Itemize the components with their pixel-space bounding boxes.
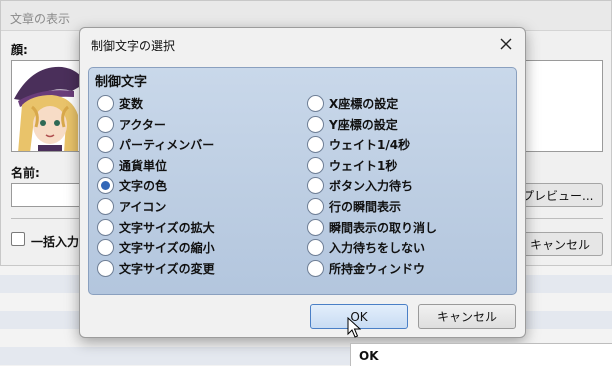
dialog-titlebar: 制御文字の選択 <box>80 28 525 62</box>
radio-button-icon[interactable] <box>97 177 114 195</box>
radio-button-icon[interactable] <box>97 115 114 133</box>
parent-cancel-button[interactable]: キャンセル <box>517 232 603 256</box>
control-char-dialog: 制御文字の選択 制御文字 変数アクターパーティメンバー 通貨単位文字の色アイコン文… <box>79 27 526 338</box>
radio-option-label: 行の瞬間表示 <box>329 200 402 214</box>
radio-option-label: ウェイト1/4秒 <box>329 138 411 153</box>
radio-option-label: 文字サイズの縮小 <box>119 241 215 256</box>
parent-window-title: 文章の表示 <box>10 12 71 26</box>
radio-button-icon[interactable] <box>307 218 324 236</box>
radio-option[interactable]: ウェイト1秒 <box>307 156 397 175</box>
radio-button-icon[interactable] <box>307 198 324 215</box>
character-face-image <box>12 61 86 151</box>
radio-option[interactable]: Y座標の設定 <box>307 115 398 134</box>
radio-button-icon[interactable] <box>97 156 114 174</box>
cancel-button-label: キャンセル <box>436 310 497 324</box>
radio-option[interactable]: 文字サイズの変更 <box>97 259 215 278</box>
parent-cancel-label: キャンセル <box>529 237 590 252</box>
cancel-button[interactable]: キャンセル <box>418 304 516 329</box>
radio-option[interactable]: ボタン入力待ち <box>307 176 413 195</box>
radio-option[interactable]: 変数 <box>97 94 143 113</box>
radio-button-icon[interactable] <box>307 95 324 112</box>
close-icon <box>500 38 512 50</box>
radio-button-icon[interactable] <box>307 259 324 277</box>
radio-button-icon[interactable] <box>307 239 324 257</box>
radio-button-icon[interactable] <box>97 218 114 236</box>
radio-button-icon[interactable] <box>97 239 114 257</box>
tooltip-text: OK <box>359 349 379 363</box>
dialog-title: 制御文字の選択 <box>91 39 176 53</box>
mouse-cursor-icon <box>347 317 361 338</box>
radio-option-label: 所持金ウィンドウ <box>329 261 426 276</box>
radio-button-icon[interactable] <box>97 136 114 154</box>
radio-button-icon[interactable] <box>307 115 324 133</box>
tooltip: OK <box>350 343 612 366</box>
radio-option-label: 入力待ちをしない <box>329 241 426 256</box>
radio-option-label: ウェイト1秒 <box>329 158 398 173</box>
radio-option-label: 通貨単位 <box>119 158 168 173</box>
radio-option[interactable]: 通貨単位 <box>97 156 167 175</box>
radio-button-icon[interactable] <box>307 177 324 195</box>
batch-input-label: 一括入力 <box>31 235 80 249</box>
preview-button-label: プレビュー... <box>522 188 594 203</box>
radio-option[interactable]: 行の瞬間表示 <box>307 197 401 216</box>
radio-option-label: 瞬間表示の取り消し <box>329 220 438 235</box>
control-char-group: 制御文字 変数アクターパーティメンバー 通貨単位文字の色アイコン文字サイズの拡大文… <box>88 67 517 295</box>
radio-option[interactable]: ウェイト1/4秒 <box>307 135 410 154</box>
radio-option-label: アクター <box>119 117 166 132</box>
radio-option[interactable]: アクター <box>97 115 166 134</box>
radio-button-icon[interactable] <box>97 95 114 112</box>
radio-option-label: 文字サイズの拡大 <box>119 220 215 235</box>
face-portrait[interactable] <box>11 60 87 152</box>
radio-button-icon[interactable] <box>307 136 324 154</box>
radio-option[interactable]: 入力待ちをしない <box>307 238 425 257</box>
radio-option-label: 文字の色 <box>119 179 168 194</box>
close-button[interactable] <box>495 33 517 55</box>
name-input[interactable] <box>11 183 87 207</box>
radio-option[interactable]: アイコン <box>97 197 166 216</box>
name-label: 名前: <box>11 166 40 180</box>
radio-option[interactable]: 瞬間表示の取り消し <box>307 218 437 237</box>
batch-input-checkbox[interactable] <box>11 232 25 246</box>
radio-button-icon[interactable] <box>97 198 114 215</box>
radio-option-label: 変数 <box>119 97 144 111</box>
radio-option-label: 文字サイズの変更 <box>119 261 215 276</box>
face-label: 顔: <box>11 43 28 57</box>
radio-option-label: パーティメンバー <box>119 138 215 153</box>
radio-option[interactable]: 文字の色 <box>97 176 167 195</box>
radio-option[interactable]: 文字サイズの縮小 <box>97 238 215 257</box>
group-title: 制御文字 <box>95 75 148 90</box>
radio-option-label: Y座標の設定 <box>329 117 398 132</box>
radio-option-label: ボタン入力待ち <box>329 179 414 194</box>
radio-option[interactable]: 所持金ウィンドウ <box>307 259 425 278</box>
radio-option[interactable]: X座標の設定 <box>307 94 398 113</box>
radio-option-label: アイコン <box>119 200 167 214</box>
radio-option-label: X座標の設定 <box>329 97 399 111</box>
radio-button-icon[interactable] <box>307 156 324 174</box>
radio-button-icon[interactable] <box>97 259 114 277</box>
radio-option[interactable]: 文字サイズの拡大 <box>97 218 215 237</box>
radio-option[interactable]: パーティメンバー <box>97 135 214 154</box>
message-text-area[interactable] <box>523 60 603 152</box>
preview-button[interactable]: プレビュー... <box>517 183 603 207</box>
